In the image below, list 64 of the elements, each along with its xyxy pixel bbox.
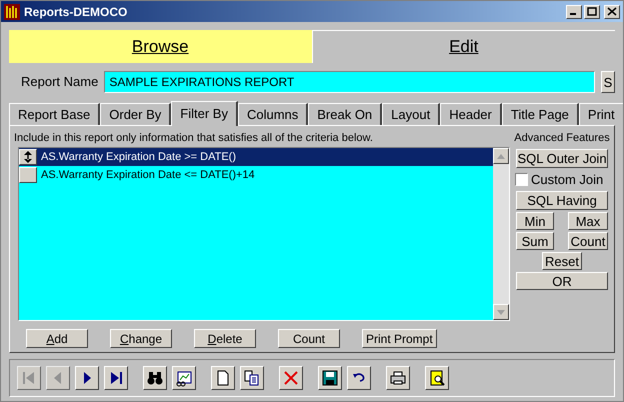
report-name-field[interactable]: SAMPLE EXPIRATIONS REPORT (104, 71, 595, 93)
sum-button[interactable]: Sum (516, 232, 554, 250)
delete-icon (282, 369, 300, 387)
tab[interactable]: Order By (100, 103, 172, 125)
print-icon (389, 369, 407, 387)
instructions-text: Include in this report only information that satisfies all of the criteria below. (14, 131, 374, 144)
save-icon (321, 369, 339, 387)
toolbar-button[interactable] (143, 366, 167, 390)
criteria-text: AS.Warranty Expiration Date <= DATE()+14 (41, 168, 255, 183)
count-button[interactable]: Count (568, 232, 608, 250)
toolbar-button[interactable] (279, 366, 303, 390)
tab[interactable]: Print (578, 103, 623, 125)
criteria-row[interactable]: AS.Warranty Expiration Date <= DATE()+14 (19, 166, 493, 184)
action-button[interactable]: Count (278, 329, 340, 348)
criteria-text: AS.Warranty Expiration Date >= DATE() (41, 150, 236, 165)
toolbar-button[interactable] (347, 366, 371, 390)
toolbar-button[interactable] (425, 366, 449, 390)
action-button[interactable]: Delete (194, 329, 256, 348)
toolbar-button[interactable] (318, 366, 342, 390)
min-button[interactable]: Min (516, 212, 554, 230)
toolbar-button[interactable] (211, 366, 235, 390)
tab[interactable]: Title Page (502, 103, 579, 125)
mode-tab[interactable]: Browse (9, 30, 312, 63)
tab[interactable]: Break On (308, 103, 382, 125)
scrollbar[interactable] (493, 148, 509, 320)
action-button[interactable]: Change (110, 329, 172, 348)
report-name-label: Report Name (21, 73, 98, 92)
maximize-button[interactable] (584, 4, 600, 18)
tab[interactable]: Header (440, 103, 502, 125)
max-button[interactable]: Max (568, 212, 608, 230)
toolbar-button[interactable] (240, 366, 264, 390)
app-icon (4, 4, 20, 20)
tab[interactable]: Report Base (9, 103, 100, 125)
toolbar-button[interactable] (172, 366, 196, 390)
custom-join-label: Custom Join (531, 170, 604, 188)
row-move-icon (24, 151, 32, 163)
action-button[interactable]: Print Prompt (362, 329, 437, 348)
scroll-up-icon (497, 154, 505, 158)
custom-join-checkbox[interactable] (515, 172, 528, 186)
sql-outer-join-button[interactable]: SQL Outer Join (516, 148, 608, 168)
chart-icon (175, 369, 193, 387)
advanced-features-label: Advanced Features (514, 131, 610, 146)
tab[interactable]: Layout (382, 103, 440, 125)
binoculars-icon (146, 369, 164, 387)
action-button[interactable]: Add (26, 329, 88, 348)
toolbar-button[interactable] (75, 366, 99, 390)
copy-icon (243, 369, 261, 387)
mode-tab[interactable]: Edit (312, 30, 615, 63)
sql-having-button[interactable]: SQL Having (516, 191, 608, 210)
side-button[interactable]: S (601, 71, 615, 93)
scroll-down-icon (497, 310, 505, 314)
close-icon (607, 7, 617, 16)
toolbar-button[interactable] (104, 366, 128, 390)
minimize-button[interactable] (566, 4, 582, 18)
tab[interactable]: Filter By (171, 101, 238, 126)
print-preview-icon (428, 369, 446, 387)
criteria-row[interactable]: AS.Warranty Expiration Date >= DATE() (19, 148, 493, 166)
reset-button[interactable]: Reset (542, 252, 582, 270)
maximize-icon (587, 7, 597, 16)
or-button[interactable]: OR (516, 272, 608, 290)
toolbar-button[interactable] (386, 366, 410, 390)
close-button[interactable] (604, 4, 620, 18)
tab[interactable]: Columns (238, 103, 308, 125)
window-title: Reports-DEMOCO (24, 4, 128, 20)
